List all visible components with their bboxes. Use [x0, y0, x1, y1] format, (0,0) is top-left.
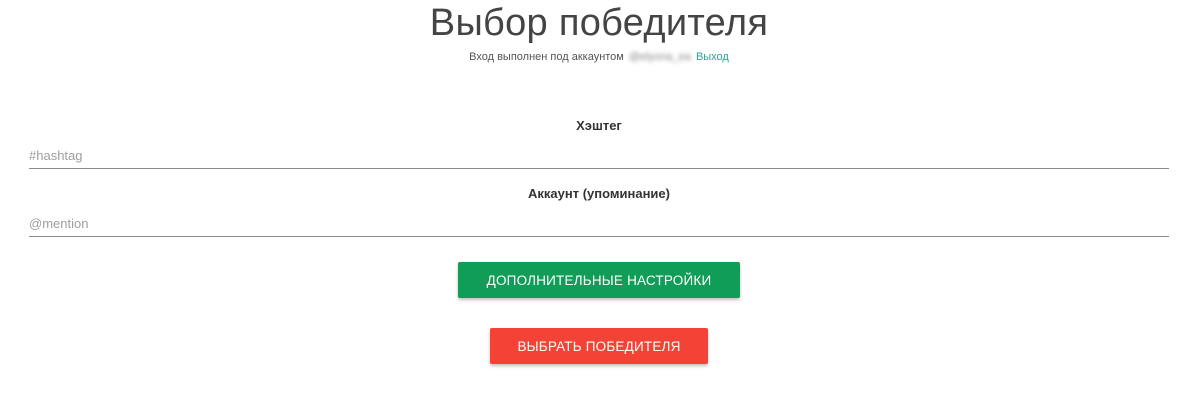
- logout-link[interactable]: Выход: [696, 51, 729, 63]
- login-status: Вход выполнен под аккаунтом @elyona_ea В…: [0, 51, 1178, 63]
- advanced-settings-button[interactable]: Дополнительные настройки: [458, 262, 740, 298]
- hashtag-label: Хэштег: [576, 118, 622, 133]
- login-status-text: Вход выполнен под аккаунтом: [469, 51, 624, 63]
- winner-picker-page: Выбор победителя Вход выполнен под аккау…: [0, 0, 1178, 417]
- page-title: Выбор победителя: [429, 2, 769, 44]
- hashtag-input[interactable]: [29, 142, 1169, 169]
- mention-input[interactable]: [29, 210, 1169, 237]
- pick-winner-button[interactable]: Выбрать победителя: [490, 328, 708, 364]
- logged-in-username: @elyona_ea: [628, 51, 691, 63]
- mention-label: Аккаунт (упоминание): [528, 186, 670, 201]
